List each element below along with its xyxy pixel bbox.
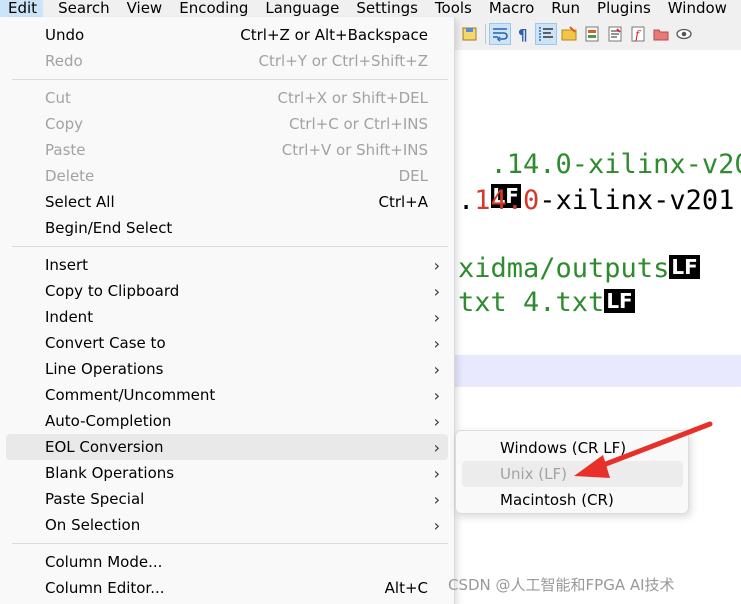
- menu-item-eol-conversion[interactable]: EOL Conversion ›: [6, 434, 448, 460]
- submenu-item-macintosh-cr[interactable]: Macintosh (CR): [462, 487, 683, 513]
- menu-view[interactable]: View: [119, 0, 163, 17]
- eol-conversion-submenu: Windows (CR LF) Unix (LF) Macintosh (CR): [455, 430, 689, 514]
- chevron-right-icon: ›: [433, 437, 440, 457]
- menu-item-on-selection[interactable]: On Selection ›: [6, 512, 448, 538]
- show-all-characters-icon[interactable]: ¶: [512, 23, 534, 45]
- chevron-right-icon: ›: [433, 333, 440, 353]
- watermark-text: CSDN @人工智能和FPGA AI技术: [448, 576, 675, 594]
- code-line-4: xidma/outputs LF: [458, 253, 700, 284]
- menu-item-convert-case[interactable]: Convert Case to ›: [6, 330, 448, 356]
- menu-item-begin-end-select[interactable]: Begin/End Select: [6, 215, 448, 241]
- code-line-3: .14.0-xilinx-v201: [458, 185, 735, 216]
- save-all-icon[interactable]: [459, 23, 481, 45]
- menu-encoding[interactable]: Encoding: [171, 0, 248, 17]
- menu-item-cut[interactable]: Cut Ctrl+X or Shift+DEL: [6, 85, 448, 111]
- menu-search[interactable]: Search: [50, 0, 110, 17]
- menu-separator: [12, 246, 448, 247]
- edit-menu-dropdown: Undo Ctrl+Z or Alt+Backspace Redo Ctrl+Y…: [0, 17, 455, 604]
- menu-bar: Edit Search View Encoding Language Setti…: [0, 0, 741, 17]
- chevron-right-icon: ›: [433, 307, 440, 327]
- menu-separator: [12, 543, 448, 544]
- menu-item-redo[interactable]: Redo Ctrl+Y or Ctrl+Shift+Z: [6, 48, 448, 74]
- menu-item-auto-completion[interactable]: Auto-Completion ›: [6, 408, 448, 434]
- menu-language[interactable]: Language: [257, 0, 339, 17]
- chevron-right-icon: ›: [433, 463, 440, 483]
- menu-window[interactable]: Window: [660, 0, 727, 17]
- current-line-highlight: [455, 355, 741, 387]
- menu-tools[interactable]: Tools: [427, 0, 472, 17]
- eol-marker: LF: [669, 255, 700, 279]
- toolbar: ¶ f: [455, 17, 741, 50]
- chevron-right-icon: ›: [433, 489, 440, 509]
- eol-marker: LF: [604, 289, 635, 313]
- menu-item-column-editor[interactable]: Column Editor... Alt+C: [6, 575, 448, 601]
- function-script-icon[interactable]: f: [627, 23, 649, 45]
- function-list-icon[interactable]: [604, 23, 626, 45]
- menu-item-blank-operations[interactable]: Blank Operations ›: [6, 460, 448, 486]
- menu-item-copy[interactable]: Copy Ctrl+C or Ctrl+INS: [6, 111, 448, 137]
- menu-item-insert[interactable]: Insert ›: [6, 252, 448, 278]
- svg-text:¶: ¶: [518, 26, 528, 43]
- menu-item-copy-to-clipboard[interactable]: Copy to Clipboard ›: [6, 278, 448, 304]
- menu-separator: [12, 79, 448, 80]
- menu-item-delete[interactable]: Delete DEL: [6, 163, 448, 189]
- submenu-item-unix-lf[interactable]: Unix (LF): [462, 461, 683, 487]
- folder-icon[interactable]: [650, 23, 672, 45]
- menu-plugins[interactable]: Plugins: [589, 0, 651, 17]
- folder-workspace-icon[interactable]: [558, 23, 580, 45]
- menu-item-column-mode[interactable]: Column Mode...: [6, 549, 448, 575]
- document-map-icon[interactable]: [581, 23, 603, 45]
- chevron-right-icon: ›: [433, 359, 440, 379]
- toolbar-separator: [485, 23, 486, 44]
- menu-item-select-all[interactable]: Select All Ctrl+A: [6, 189, 448, 215]
- word-wrap-icon[interactable]: [489, 22, 511, 45]
- menu-run[interactable]: Run: [543, 0, 580, 17]
- menu-item-paste-special[interactable]: Paste Special ›: [6, 486, 448, 512]
- menu-item-comment-uncomment[interactable]: Comment/Uncomment ›: [6, 382, 448, 408]
- indent-guide-icon[interactable]: [535, 22, 557, 45]
- menu-edit[interactable]: Edit: [0, 0, 44, 17]
- menu-item-undo[interactable]: Undo Ctrl+Z or Alt+Backspace: [6, 22, 448, 48]
- menu-item-line-operations[interactable]: Line Operations ›: [6, 356, 448, 382]
- chevron-right-icon: ›: [433, 515, 440, 535]
- monitoring-icon[interactable]: [673, 23, 695, 45]
- chevron-right-icon: ›: [433, 281, 440, 301]
- submenu-item-windows-crlf[interactable]: Windows (CR LF): [462, 435, 683, 461]
- chevron-right-icon: ›: [433, 385, 440, 405]
- chevron-right-icon: ›: [433, 411, 440, 431]
- menu-macro[interactable]: Macro: [481, 0, 534, 17]
- menu-settings[interactable]: Settings: [348, 0, 418, 17]
- chevron-right-icon: ›: [433, 255, 440, 275]
- menu-item-indent[interactable]: Indent ›: [6, 304, 448, 330]
- code-line-5: txt 4.txt LF: [458, 287, 635, 318]
- menu-item-paste[interactable]: Paste Ctrl+V or Shift+INS: [6, 137, 448, 163]
